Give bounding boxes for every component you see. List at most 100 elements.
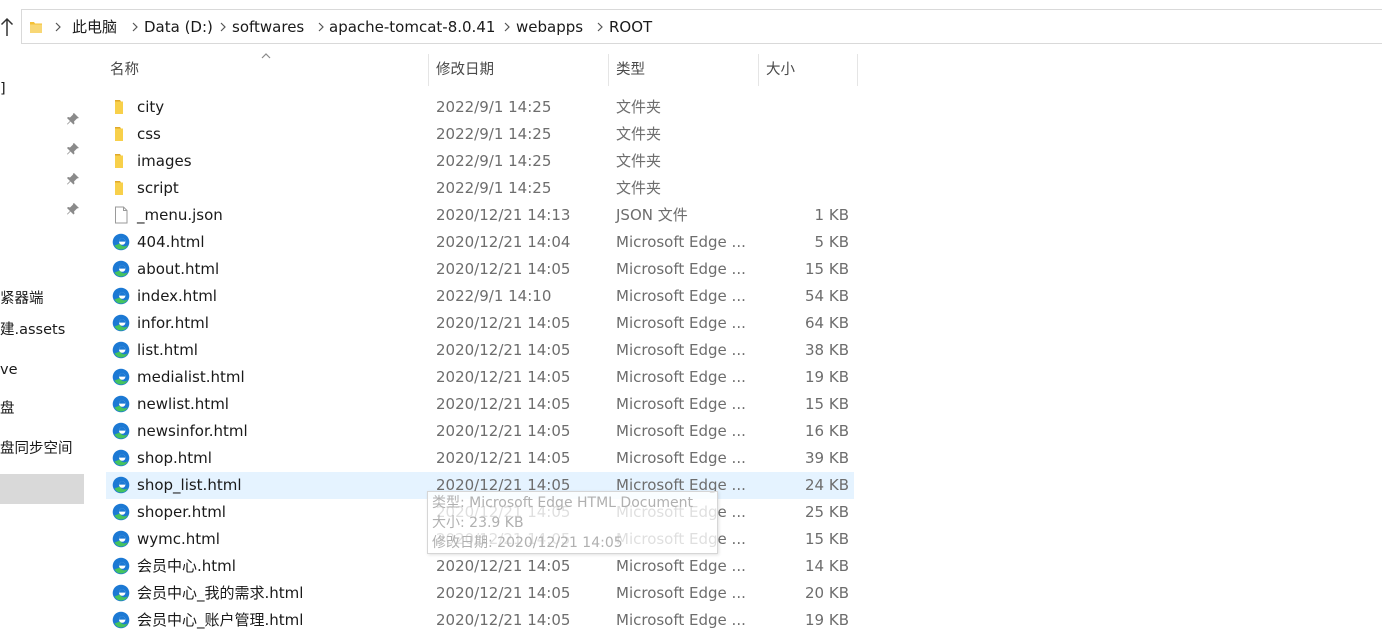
file-date: 2020/12/21 14:05 <box>436 368 571 386</box>
address-bar[interactable]: 此电脑 Data (D:) softwares apache-tomcat-8.0.4… <box>21 9 1382 44</box>
column-divider[interactable] <box>857 54 858 86</box>
file-date: 2020/12/21 14:05 <box>436 314 571 332</box>
file-size: 20 KB <box>805 584 849 602</box>
file-row[interactable]: newlist.html 2020/12/21 14:05 Microsoft Ed… <box>106 391 854 418</box>
file-row[interactable]: 404.html 2020/12/21 14:04 Microsoft Edge .… <box>106 229 854 256</box>
file-type: 文件夹 <box>616 125 662 143</box>
breadcrumb-item[interactable]: 此电脑 <box>72 18 117 36</box>
file-type: Microsoft Edge ... <box>616 314 746 332</box>
column-header-date[interactable]: 修改日期 <box>436 61 494 79</box>
file-size: 25 KB <box>805 503 849 521</box>
file-row[interactable]: list.html 2020/12/21 14:05 Microsoft Edge … <box>106 337 854 364</box>
nav-item[interactable]: 盘同步空间 <box>0 440 73 458</box>
breadcrumb-item[interactable]: ROOT <box>609 18 652 36</box>
file-date: 2020/12/21 14:05 <box>436 341 571 359</box>
file-row[interactable]: newsinfor.html 2020/12/21 14:05 Microsoft … <box>106 418 854 445</box>
file-row[interactable]: city 2022/9/1 14:25 文件夹 <box>106 94 854 121</box>
edge-icon <box>112 476 130 494</box>
pin-icon <box>67 173 79 185</box>
file-name: newsinfor.html <box>137 422 248 440</box>
nav-item[interactable]: ve <box>0 361 18 379</box>
nav-item[interactable]: 盘 <box>0 400 15 418</box>
edge-icon <box>112 314 130 332</box>
tooltip-type: 类型: Microsoft Edge HTML Document <box>432 495 693 511</box>
file-size: 39 KB <box>805 449 849 467</box>
column-header-type[interactable]: 类型 <box>616 61 645 79</box>
file-row[interactable]: medialist.html 2020/12/21 14:05 Microsoft … <box>106 364 854 391</box>
column-divider[interactable] <box>758 54 759 86</box>
file-row[interactable]: infor.html 2020/12/21 14:05 Microsoft Edge… <box>106 310 854 337</box>
edge-icon <box>112 260 130 278</box>
file-type: 文件夹 <box>616 179 662 197</box>
chevron-right-icon[interactable] <box>130 20 140 34</box>
chevron-right-icon[interactable] <box>502 20 512 34</box>
file-icon <box>115 206 128 224</box>
file-date: 2020/12/21 14:05 <box>436 611 571 629</box>
breadcrumb-item[interactable]: webapps <box>516 18 583 36</box>
edge-icon <box>112 611 130 629</box>
file-date: 2022/9/1 14:25 <box>436 98 552 116</box>
pin-icon <box>67 143 79 155</box>
edge-icon <box>112 530 130 548</box>
file-size: 19 KB <box>805 368 849 386</box>
file-name: wymc.html <box>137 530 220 548</box>
file-row[interactable]: script 2022/9/1 14:25 文件夹 <box>106 175 854 202</box>
pin-icon <box>67 113 79 125</box>
file-size: 38 KB <box>805 341 849 359</box>
file-size: 24 KB <box>805 476 849 494</box>
file-size: 1 KB <box>814 206 849 224</box>
up-arrow-icon[interactable] <box>0 14 14 40</box>
file-row[interactable]: shop.html 2020/12/21 14:05 Microsoft Edge … <box>106 445 854 472</box>
column-divider[interactable] <box>428 54 429 86</box>
file-date: 2022/9/1 14:25 <box>436 152 552 170</box>
file-size: 15 KB <box>805 260 849 278</box>
file-size: 54 KB <box>805 287 849 305</box>
column-divider[interactable] <box>608 54 609 86</box>
edge-icon <box>112 395 130 413</box>
file-row[interactable]: about.html 2020/12/21 14:05 Microsoft Edge… <box>106 256 854 283</box>
file-date: 2022/9/1 14:25 <box>436 179 552 197</box>
tooltip-size: 大小: 23.9 KB <box>432 515 524 531</box>
nav-item[interactable]: ] <box>0 80 6 98</box>
nav-item[interactable]: 建.assets <box>0 321 65 339</box>
file-row[interactable]: 会员中心_账户管理.html 2020/12/21 14:05 Microsoft … <box>106 607 854 634</box>
file-type: JSON 文件 <box>616 206 688 224</box>
file-name: _menu.json <box>137 206 223 224</box>
breadcrumb-item[interactable]: apache-tomcat-8.0.41 <box>329 18 495 36</box>
file-name: 会员中心_我的需求.html <box>137 584 304 602</box>
breadcrumb-item[interactable]: Data (D:) <box>144 18 213 36</box>
folder-icon <box>115 100 123 114</box>
file-name: infor.html <box>137 314 209 332</box>
file-date: 2020/12/21 14:05 <box>436 422 571 440</box>
chevron-right-icon[interactable] <box>218 20 228 34</box>
column-header-size[interactable]: 大小 <box>766 61 795 79</box>
file-type: Microsoft Edge ... <box>616 287 746 305</box>
column-header-name[interactable]: 名称 <box>110 61 139 79</box>
file-row[interactable]: 会员中心.html 2020/12/21 14:05 Microsoft Edge … <box>106 553 854 580</box>
chevron-right-icon[interactable] <box>595 20 605 34</box>
file-name: shop_list.html <box>137 476 242 494</box>
file-size: 5 KB <box>814 233 849 251</box>
file-date: 2020/12/21 14:13 <box>436 206 571 224</box>
file-row[interactable]: images 2022/9/1 14:25 文件夹 <box>106 148 854 175</box>
file-size: 64 KB <box>805 314 849 332</box>
nav-item[interactable]: 紧器端 <box>0 290 44 308</box>
file-row[interactable]: css 2022/9/1 14:25 文件夹 <box>106 121 854 148</box>
folder-icon <box>115 181 123 195</box>
file-name: about.html <box>137 260 220 278</box>
file-name: script <box>137 179 179 197</box>
file-name: images <box>137 152 192 170</box>
chevron-right-icon[interactable] <box>316 20 326 34</box>
file-size: 14 KB <box>805 557 849 575</box>
file-row[interactable]: 会员中心_我的需求.html 2020/12/21 14:05 Microsoft … <box>106 580 854 607</box>
file-date: 2020/12/21 14:04 <box>436 233 571 251</box>
file-type: Microsoft Edge ... <box>616 368 746 386</box>
file-row[interactable]: _menu.json 2020/12/21 14:13 JSON 文件 1 KB <box>106 202 854 229</box>
tooltip-date: 修改日期: 2020/12/21 14:05 <box>432 535 623 551</box>
breadcrumb-item[interactable]: softwares <box>232 18 304 36</box>
file-row[interactable]: index.html 2022/9/1 14:10 Microsoft Edge .… <box>106 283 854 310</box>
chevron-right-icon[interactable] <box>53 20 63 34</box>
file-name: 404.html <box>137 233 205 251</box>
file-type: Microsoft Edge ... <box>616 233 746 251</box>
edge-icon <box>112 422 130 440</box>
